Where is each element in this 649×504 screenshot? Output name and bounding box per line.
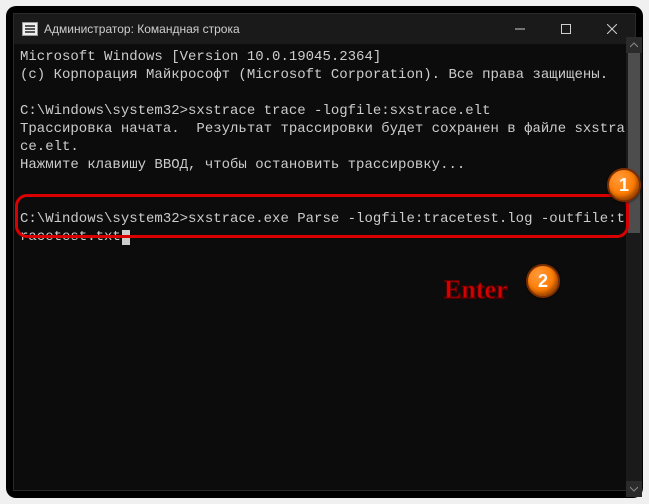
output-line: (c) Корпорация Майкрософт (Microsoft Cor… (20, 67, 608, 83)
output-line: Нажмите клавишу ВВОД, чтобы остановить т… (20, 157, 465, 173)
terminal-area[interactable]: Microsoft Windows [Version 10.0.19045.23… (14, 44, 635, 490)
minimize-button[interactable] (497, 14, 543, 44)
text-cursor (122, 230, 130, 245)
prompt: C:\Windows\system32> (20, 211, 188, 227)
chevron-down-icon (630, 485, 638, 493)
prompt: C:\Windows\system32> (20, 103, 188, 119)
titlebar[interactable]: Администратор: Командная строка (14, 14, 635, 44)
screenshot-frame: Администратор: Командная строка Microsof… (6, 6, 643, 498)
scrollbar-thumb[interactable] (628, 53, 640, 233)
output-line: Microsoft Windows [Version 10.0.19045.23… (20, 49, 381, 65)
close-icon (607, 24, 617, 34)
cmd-icon (22, 22, 38, 36)
cmd-window: Администратор: Командная строка Microsof… (13, 13, 636, 491)
output-line: Трассировка начата. Результат трассировк… (20, 121, 625, 155)
window-title: Администратор: Командная строка (44, 22, 240, 36)
minimize-icon (515, 24, 525, 34)
command-text: sxstrace trace -logfile:sxstrace.elt (188, 103, 490, 119)
chevron-up-icon (630, 41, 638, 49)
scroll-down-button[interactable] (626, 481, 642, 497)
maximize-button[interactable] (543, 14, 589, 44)
vertical-scrollbar[interactable] (626, 37, 642, 497)
maximize-icon (561, 24, 571, 34)
scroll-up-button[interactable] (626, 37, 642, 53)
